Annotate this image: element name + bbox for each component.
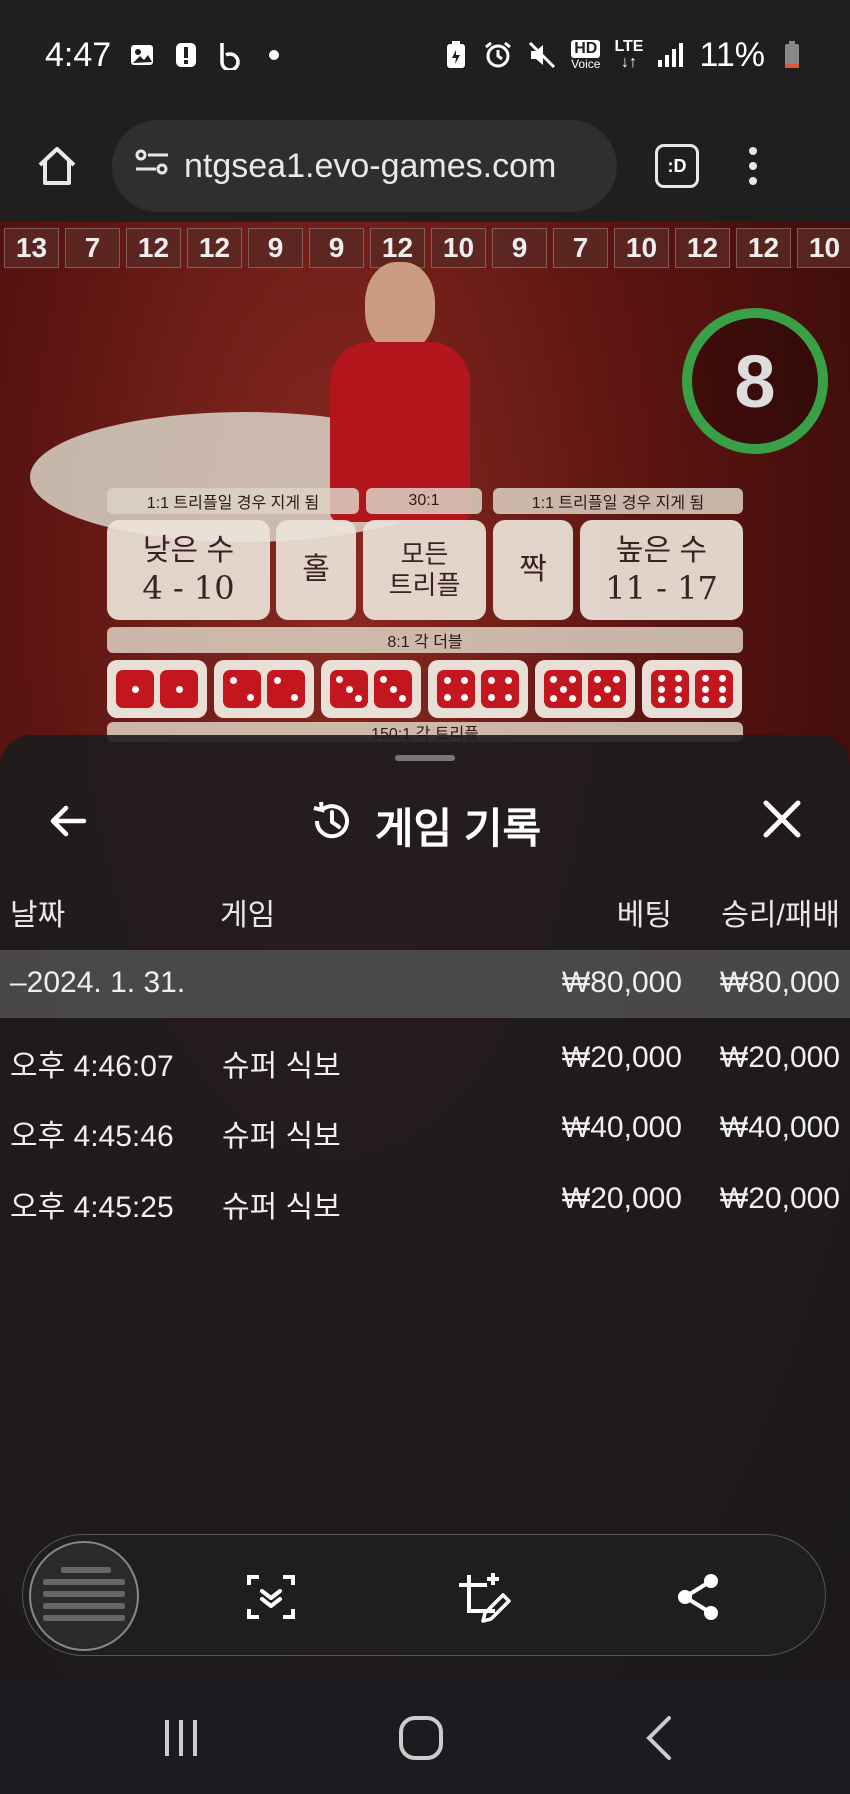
battery-icon xyxy=(779,40,805,70)
die-face-6 xyxy=(695,670,733,708)
col-date: 날짜 xyxy=(10,899,66,932)
history-result-cell: 12 xyxy=(126,228,181,268)
col-bet: 베팅 xyxy=(616,899,672,932)
mute-icon xyxy=(527,40,557,70)
die-face-2 xyxy=(223,670,261,708)
triple-payout-label: 30:1 xyxy=(366,488,482,514)
history-icon xyxy=(309,798,355,854)
signal-icon xyxy=(657,42,685,68)
history-result-cell: 9 xyxy=(492,228,547,268)
home-icon[interactable] xyxy=(22,131,92,201)
bet-double-3[interactable] xyxy=(321,660,421,718)
countdown-timer: 8 xyxy=(682,308,828,454)
die-face-4 xyxy=(481,670,519,708)
small-payout-label: 1:1 트리플일 경우 지게 됨 xyxy=(107,488,359,514)
status-bar: 4:47 HD Voice LTE ↓↑ 11% xyxy=(0,0,850,110)
table-row[interactable]: 오후 4:45:46 슈퍼 식보 ₩40,000 ₩40,000 xyxy=(0,1095,850,1163)
share-icon[interactable] xyxy=(673,1571,725,1623)
sheet-title: 게임 기록 xyxy=(0,795,850,856)
die-face-4 xyxy=(437,670,475,708)
die-face-5 xyxy=(588,670,626,708)
group-date: –2024. 1. 31. xyxy=(10,966,186,999)
bet-odd[interactable]: 홀 xyxy=(276,520,356,620)
die-face-2 xyxy=(267,670,305,708)
image-icon xyxy=(129,42,155,68)
browser-toolbar: ntgsea1.evo-games.com :D xyxy=(0,110,850,222)
thumbnail-preview[interactable] xyxy=(29,1541,139,1651)
sheet-header: 게임 기록 xyxy=(0,775,850,865)
history-result-cell: 10 xyxy=(797,228,850,268)
dot-icon xyxy=(261,49,287,61)
die-face-1 xyxy=(116,670,154,708)
history-result-cell: 9 xyxy=(248,228,303,268)
back-icon[interactable] xyxy=(635,1712,687,1764)
date-group-row[interactable]: –2024. 1. 31. ₩80,000 ₩80,000 xyxy=(0,950,850,1018)
lte-icon: LTE ↓↑ xyxy=(614,38,644,71)
bet-double-5[interactable] xyxy=(535,660,635,718)
system-nav-bar xyxy=(0,1682,850,1794)
dealer-figure xyxy=(330,262,470,522)
address-bar[interactable]: ntgsea1.evo-games.com xyxy=(112,120,617,212)
alarm-icon xyxy=(483,40,513,70)
site-settings-icon[interactable] xyxy=(134,147,170,186)
bet-any-triple[interactable]: 모든 트리플 xyxy=(363,520,486,620)
url-text: ntgsea1.evo-games.com xyxy=(184,146,557,185)
b-app-icon xyxy=(217,40,243,70)
group-bet-total: ₩80,000 xyxy=(561,966,682,999)
hd-voice-icon: HD Voice xyxy=(571,40,601,71)
die-face-3 xyxy=(374,670,412,708)
table-row[interactable]: 오후 4:45:25 슈퍼 식보 ₩20,000 ₩20,000 xyxy=(0,1166,850,1234)
bet-small[interactable]: 낮은 수 4 - 10 xyxy=(107,520,270,620)
bet-double-4[interactable] xyxy=(428,660,528,718)
die-face-5 xyxy=(544,670,582,708)
bet-double-1[interactable] xyxy=(107,660,207,718)
tab-switcher-button[interactable]: :D xyxy=(655,144,699,188)
big-payout-label: 1:1 트리플일 경우 지게 됨 xyxy=(493,488,743,514)
bet-big[interactable]: 높은 수 11 - 17 xyxy=(580,520,743,620)
column-headers: 날짜 게임 베팅 승리/패배 xyxy=(0,890,850,940)
close-icon[interactable] xyxy=(760,797,804,841)
overflow-menu-icon[interactable] xyxy=(749,147,757,185)
die-face-6 xyxy=(651,670,689,708)
col-result: 승리/패배 xyxy=(721,899,840,932)
double-payout-label: 8:1 각 더블 xyxy=(107,627,743,653)
group-result-total: ₩80,000 xyxy=(719,966,840,999)
crop-edit-icon[interactable] xyxy=(455,1571,511,1623)
bet-even[interactable]: 짝 xyxy=(493,520,573,620)
history-result-cell: 7 xyxy=(553,228,608,268)
scroll-capture-icon[interactable] xyxy=(245,1571,297,1623)
history-result-cell: 12 xyxy=(187,228,242,268)
battery-saver-icon xyxy=(443,40,469,70)
die-face-1 xyxy=(160,670,198,708)
bet-double-6[interactable] xyxy=(642,660,742,718)
bet-double-2[interactable] xyxy=(214,660,314,718)
history-result-cell: 13 xyxy=(4,228,59,268)
screenshot-toolbar xyxy=(22,1534,826,1656)
sheet-drag-handle[interactable] xyxy=(395,755,455,761)
history-result-cell: 12 xyxy=(675,228,730,268)
history-result-cell: 10 xyxy=(614,228,669,268)
table-row[interactable]: 오후 4:46:07 슈퍼 식보 ₩20,000 ₩20,000 xyxy=(0,1025,850,1093)
history-result-cell: 7 xyxy=(65,228,120,268)
home-icon[interactable] xyxy=(395,1712,447,1764)
battery-percent: 11% xyxy=(699,35,765,74)
status-time: 4:47 xyxy=(45,35,112,74)
col-game: 게임 xyxy=(220,899,276,932)
alert-icon xyxy=(173,41,199,69)
die-face-3 xyxy=(330,670,368,708)
history-result-cell: 12 xyxy=(736,228,791,268)
recent-apps-icon[interactable] xyxy=(155,1712,207,1764)
